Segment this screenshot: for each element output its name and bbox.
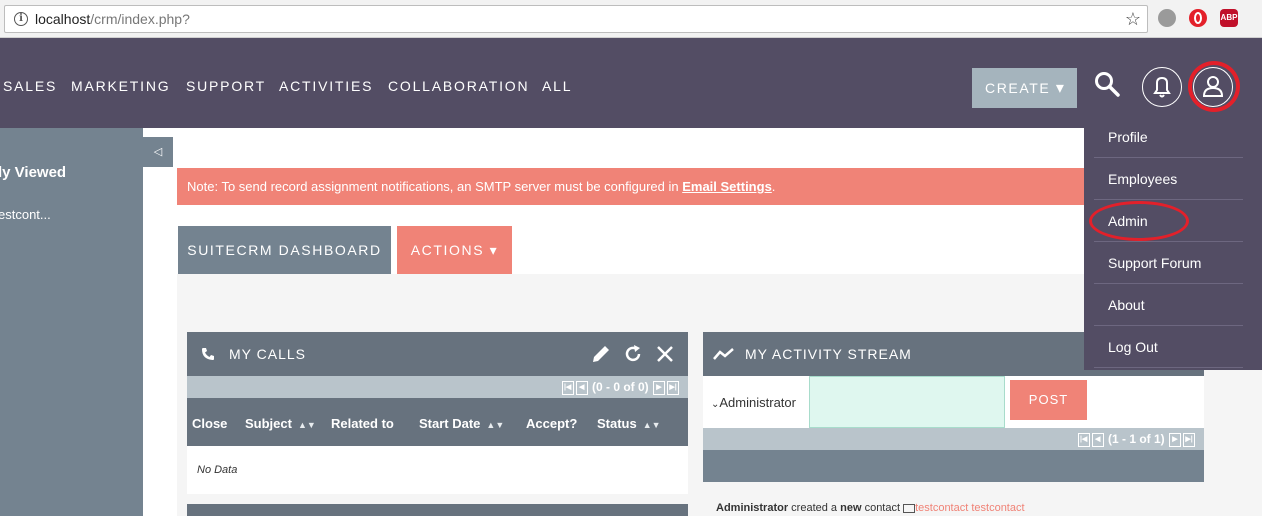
- nav-activities[interactable]: ACTIVITIES: [279, 78, 373, 94]
- create-button[interactable]: CREATE ▾: [972, 68, 1077, 108]
- entry-mid: created a: [788, 502, 841, 514]
- column-start-date[interactable]: Start Date ▲▼: [419, 416, 504, 431]
- activity-stream-bar: [703, 450, 1204, 482]
- stream-user-toggle[interactable]: ⌄Administrator: [711, 395, 796, 410]
- activity-entry: Administrator created a new contact test…: [716, 502, 1025, 514]
- column-close: Close: [192, 416, 228, 431]
- contact-link[interactable]: testcontact testcontact: [915, 502, 1024, 514]
- top-navigation: SALES MARKETING SUPPORT ACTIVITIES COLLA…: [0, 38, 1262, 128]
- extension-icon-gray[interactable]: [1158, 9, 1176, 27]
- column-start-date-label: Start Date: [419, 416, 481, 431]
- search-icon[interactable]: [1094, 71, 1120, 97]
- user-dropdown-menu: Profile Employees Admin Support Forum Ab…: [1084, 112, 1262, 370]
- email-settings-link[interactable]: Email Settings: [682, 179, 772, 194]
- create-label: CREATE: [985, 80, 1051, 96]
- activity-chart-icon: [713, 348, 734, 360]
- contact-card-icon: [903, 503, 916, 513]
- my-calls-column-headers: Close Subject ▲▼ Related to Start Date ▲▼ …: [187, 398, 688, 446]
- menu-item-employees[interactable]: Employees: [1108, 171, 1177, 187]
- previous-page-icon[interactable]: ◀: [1091, 432, 1104, 447]
- notifications-bell-icon[interactable]: [1142, 67, 1182, 107]
- recently-viewed-item[interactable]: estcont...: [0, 207, 51, 222]
- menu-item-about[interactable]: About: [1108, 297, 1145, 313]
- next-dashlet-header: [187, 504, 688, 516]
- entry-after: contact: [861, 502, 904, 514]
- recently-viewed-title: ly Viewed: [0, 164, 67, 181]
- column-subject[interactable]: Subject ▲▼: [245, 416, 316, 431]
- activity-stream-post-area: ⌄Administrator POST: [703, 376, 1204, 428]
- url-path: /crm/index.php?: [90, 11, 190, 27]
- my-calls-body: No Data: [187, 446, 688, 494]
- browser-toolbar: i localhost/crm/index.php? ☆ ABP: [0, 0, 1262, 38]
- menu-divider: [1094, 325, 1243, 326]
- menu-divider: [1094, 157, 1243, 158]
- annotation-circle-user: [1188, 61, 1240, 112]
- smtp-notice-banner: Note: To send record assignment notifica…: [177, 168, 1097, 205]
- last-page-icon[interactable]: ▶|: [667, 380, 679, 395]
- nav-support[interactable]: SUPPORT: [186, 78, 266, 94]
- activity-post-input[interactable]: [809, 376, 1005, 428]
- refresh-icon[interactable]: [622, 343, 644, 365]
- next-page-icon[interactable]: ▶: [653, 380, 665, 395]
- column-status-label: Status: [597, 416, 637, 431]
- first-page-icon[interactable]: |◀: [561, 380, 574, 395]
- column-subject-label: Subject: [245, 416, 292, 431]
- notice-text: Note: To send record assignment notifica…: [187, 179, 683, 194]
- nav-marketing[interactable]: MARKETING: [71, 78, 170, 94]
- previous-page-icon[interactable]: ◀: [575, 380, 588, 395]
- nav-all[interactable]: ALL: [542, 78, 572, 94]
- url-text[interactable]: localhost/crm/index.php?: [35, 11, 190, 27]
- menu-item-log-out[interactable]: Log Out: [1108, 339, 1158, 355]
- nav-sales[interactable]: SALES: [3, 78, 57, 94]
- entry-user[interactable]: Administrator: [716, 502, 788, 514]
- menu-divider: [1094, 283, 1243, 284]
- address-bar[interactable]: i localhost/crm/index.php? ☆: [4, 5, 1148, 33]
- annotation-circle-admin: [1089, 201, 1189, 241]
- sidebar-collapse-button[interactable]: ◁: [143, 137, 173, 167]
- menu-item-profile[interactable]: Profile: [1108, 129, 1148, 145]
- menu-item-support-forum[interactable]: Support Forum: [1108, 255, 1201, 271]
- actions-menu-button[interactable]: ACTIONS ▾: [397, 226, 512, 274]
- url-host: localhost: [35, 11, 91, 27]
- activity-stream-pagination: |◀ ◀ (1 - 1 of 1) ▶ ▶|: [703, 428, 1204, 450]
- notice-end: .: [771, 179, 776, 194]
- activity-stream-page-count: (1 - 1 of 1): [1107, 432, 1165, 446]
- adblock-plus-icon[interactable]: ABP: [1220, 9, 1238, 27]
- chevron-down-icon: ▾: [1055, 80, 1066, 97]
- last-page-icon[interactable]: ▶|: [1183, 432, 1195, 447]
- entry-new: new: [840, 502, 862, 514]
- info-icon[interactable]: i: [14, 12, 28, 26]
- close-icon[interactable]: [654, 343, 676, 365]
- column-related-to: Related to: [331, 416, 394, 431]
- my-calls-header: MY CALLS: [187, 332, 688, 376]
- edit-pencil-icon[interactable]: [590, 343, 612, 365]
- opera-icon[interactable]: [1189, 9, 1207, 27]
- column-accept: Accept?: [526, 416, 578, 431]
- sort-icon[interactable]: ▲▼: [643, 420, 661, 430]
- no-data-text: No Data: [197, 464, 238, 476]
- my-calls-page-count: (0 - 0 of 0): [591, 380, 649, 394]
- activity-stream-title: MY ACTIVITY STREAM: [745, 346, 912, 362]
- my-calls-title: MY CALLS: [229, 346, 306, 362]
- menu-divider: [1094, 241, 1243, 242]
- bookmark-star-icon[interactable]: ☆: [1125, 9, 1141, 30]
- nav-collaboration[interactable]: COLLABORATION: [388, 78, 529, 94]
- my-calls-pagination: |◀ ◀ (0 - 0 of 0) ▶ ▶|: [187, 376, 688, 398]
- stream-user-name: Administrator: [719, 395, 796, 410]
- next-page-icon[interactable]: ▶: [1169, 432, 1181, 447]
- sort-icon[interactable]: ▲▼: [486, 420, 504, 430]
- menu-divider: [1094, 367, 1243, 368]
- column-status[interactable]: Status ▲▼: [597, 416, 661, 431]
- menu-divider: [1094, 199, 1243, 200]
- tab-suitecrm-dashboard[interactable]: SUITECRM DASHBOARD: [178, 226, 391, 274]
- post-button[interactable]: POST: [1010, 380, 1087, 420]
- sort-icon[interactable]: ▲▼: [298, 420, 316, 430]
- phone-icon: [202, 348, 214, 360]
- sidebar: ly Viewed estcont...: [0, 128, 143, 516]
- first-page-icon[interactable]: |◀: [1077, 432, 1090, 447]
